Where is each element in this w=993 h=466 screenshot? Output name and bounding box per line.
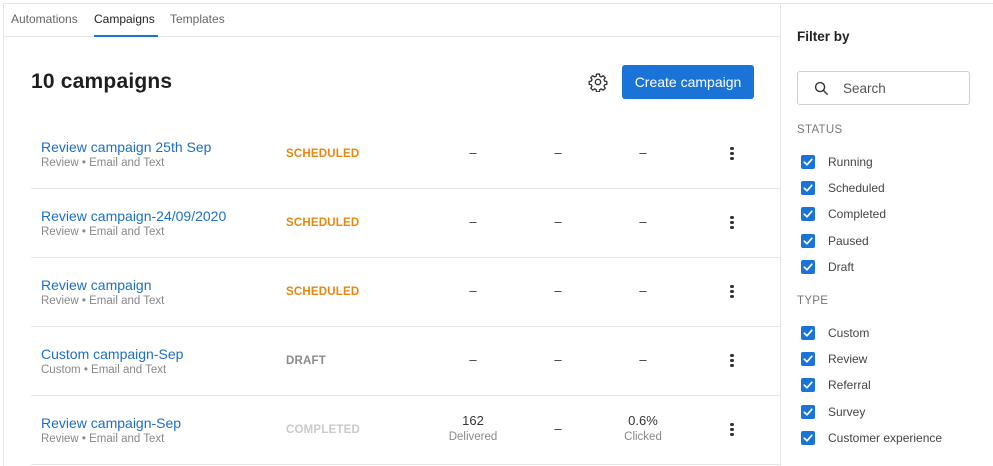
- status-badge: COMPLETED: [286, 424, 360, 436]
- checkbox-label: Customer experience: [828, 430, 943, 445]
- metric-delivered: –: [433, 145, 513, 163]
- checkbox-label: Draft: [828, 259, 855, 274]
- metric-opened: –: [518, 214, 598, 232]
- checkbox[interactable]: [801, 207, 815, 222]
- campaign-row[interactable]: Review campaign-Sep Review • Email and T…: [31, 396, 780, 465]
- campaign-subtitle: Review • Email and Text: [41, 433, 165, 445]
- create-campaign-button[interactable]: Create campaign: [622, 65, 754, 99]
- checkbox[interactable]: [801, 233, 815, 248]
- metric-value: –: [639, 214, 647, 229]
- type-heading: TYPE: [797, 295, 829, 307]
- metric-value: –: [639, 283, 647, 298]
- metric-delivered: –: [433, 214, 513, 232]
- checkbox-label: Paused: [828, 233, 869, 248]
- metric-opened: –: [518, 421, 598, 439]
- campaign-row[interactable]: Review campaign Review • Email and Text …: [31, 258, 780, 327]
- campaign-subtitle: Review • Email and Text: [41, 295, 165, 307]
- checkbox-label: Referral: [828, 378, 871, 393]
- campaign-name[interactable]: Review campaign-24/09/2020: [41, 208, 226, 224]
- campaign-subtitle: Review • Email and Text: [41, 157, 165, 169]
- campaign-subtitle: Review • Email and Text: [41, 226, 165, 238]
- checkbox[interactable]: [801, 404, 815, 419]
- metric-value: –: [469, 283, 477, 298]
- metric-clicked: –: [603, 145, 683, 163]
- tab-bar: Automations Campaigns Templates: [4, 4, 780, 37]
- search-placeholder: Search: [843, 81, 886, 96]
- metric-value: –: [554, 283, 562, 298]
- checkbox-label: Completed: [828, 207, 887, 222]
- metric-opened: –: [518, 352, 598, 370]
- more-options-icon[interactable]: [724, 421, 740, 441]
- search-icon: [814, 81, 829, 96]
- campaign-name[interactable]: Review campaign 25th Sep: [41, 139, 211, 155]
- more-options-icon[interactable]: [724, 145, 740, 165]
- checkbox-label: Survey: [828, 404, 866, 419]
- metric-opened: –: [518, 283, 598, 301]
- metric-delivered: –: [433, 352, 513, 370]
- checkbox-label: Review: [828, 352, 868, 367]
- active-tab-indicator: [94, 35, 158, 37]
- more-options-icon[interactable]: [724, 283, 740, 303]
- campaign-row[interactable]: Review campaign 25th Sep Review • Email …: [31, 120, 780, 189]
- status-badge: SCHEDULED: [286, 286, 360, 298]
- campaign-list: Review campaign 25th Sep Review • Email …: [31, 120, 780, 465]
- checkbox[interactable]: [801, 430, 815, 445]
- filter-title: Filter by: [797, 29, 850, 44]
- campaign-name[interactable]: Custom campaign-Sep: [41, 346, 183, 362]
- campaign-name[interactable]: Review campaign: [41, 277, 152, 293]
- checkbox[interactable]: [801, 181, 815, 196]
- metric-value: –: [639, 352, 647, 367]
- checkbox[interactable]: [801, 352, 815, 367]
- checkbox[interactable]: [801, 326, 815, 340]
- gear-icon[interactable]: [588, 72, 608, 93]
- metric-value: –: [469, 352, 477, 367]
- metric-clicked: –: [603, 214, 683, 232]
- tab-automations[interactable]: Automations: [11, 12, 78, 26]
- checkbox[interactable]: [801, 259, 815, 274]
- metric-label: Clicked: [624, 431, 662, 443]
- metric-clicked: –: [603, 283, 683, 301]
- metric-value: 162: [462, 413, 484, 428]
- metric-label: Delivered: [448, 431, 498, 443]
- status-badge: DRAFT: [286, 355, 326, 367]
- checkbox-label: Running: [828, 155, 873, 169]
- checkbox-label: Scheduled: [828, 181, 885, 196]
- checkbox[interactable]: [801, 378, 815, 393]
- metric-delivered: 162 Delivered: [433, 413, 513, 443]
- status-heading: STATUS: [797, 124, 843, 136]
- checkbox-label: Custom: [828, 326, 870, 340]
- metric-value: –: [469, 145, 477, 160]
- campaign-row[interactable]: Review campaign-24/09/2020 Review • Emai…: [31, 189, 780, 258]
- campaigns-panel: Automations Campaigns Templates 10 campa…: [3, 3, 781, 466]
- metric-clicked: –: [603, 352, 683, 370]
- tab-templates[interactable]: Templates: [170, 12, 225, 26]
- metric-value: –: [554, 145, 562, 160]
- search-input[interactable]: Search: [797, 71, 970, 105]
- metric-delivered: –: [433, 283, 513, 301]
- tab-campaigns[interactable]: Campaigns: [94, 12, 155, 26]
- campaign-subtitle: Custom • Email and Text: [41, 364, 167, 376]
- metric-value: –: [554, 421, 562, 436]
- status-badge: SCHEDULED: [286, 148, 360, 160]
- checkbox[interactable]: [801, 155, 815, 169]
- campaign-row[interactable]: Custom campaign-Sep Custom • Email and T…: [31, 327, 780, 396]
- metric-opened: –: [518, 145, 598, 163]
- more-options-icon[interactable]: [724, 214, 740, 234]
- metric-value: –: [554, 214, 562, 229]
- page-title: 10 campaigns: [31, 70, 173, 93]
- campaign-name[interactable]: Review campaign-Sep: [41, 415, 181, 431]
- filter-sidebar: Filter by Search STATUS Running Schedule…: [781, 3, 993, 466]
- metric-value: –: [469, 214, 477, 229]
- metric-value: –: [639, 145, 647, 160]
- metric-value: –: [554, 352, 562, 367]
- more-options-icon[interactable]: [724, 352, 740, 372]
- metric-clicked: 0.6% Clicked: [603, 413, 683, 443]
- status-badge: SCHEDULED: [286, 217, 360, 229]
- metric-value: 0.6%: [628, 413, 658, 428]
